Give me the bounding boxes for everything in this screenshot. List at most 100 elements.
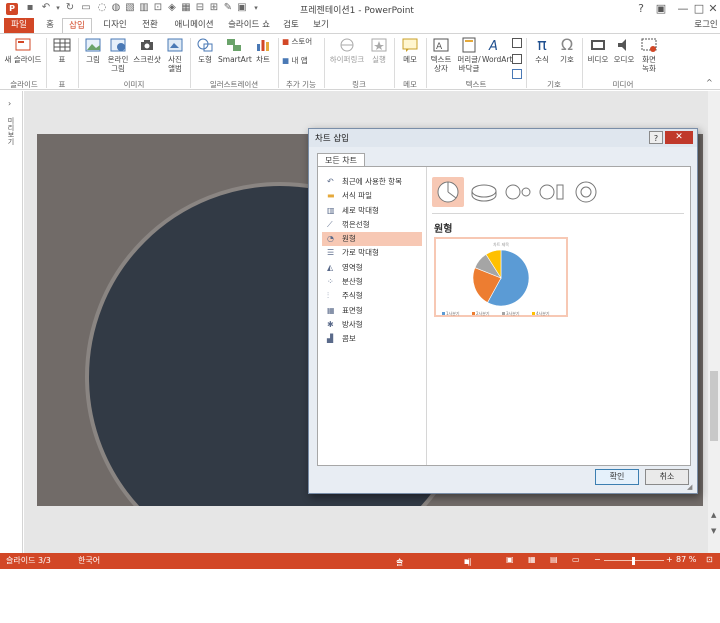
dialog-title-bar[interactable]: 차트 삽입 ? ✕ [309,129,697,147]
3d-pie-subtype-button[interactable] [468,177,500,207]
qat-icon-7[interactable]: ⊡ [152,2,164,14]
shapes-button[interactable]: 도형 [194,37,216,64]
qat-icon-13[interactable]: ▣ [236,2,248,14]
tab-insert[interactable]: 삽입 [62,18,92,33]
online-pictures-button[interactable]: 온라인 그림 [106,37,130,73]
store-button[interactable]: ■ 스토어 [282,37,320,46]
picture-button[interactable]: 그림 [82,37,104,64]
smartart-button[interactable]: SmartArt [218,37,252,64]
chart-category-item[interactable]: ▦ 표면형 [322,304,422,318]
qat-icon-10[interactable]: ⊟ [194,2,206,14]
qat-icon-8[interactable]: ◈ [166,2,178,14]
chart-category-item[interactable]: ◔ 원형 [322,232,422,247]
undo-icon[interactable]: ↶ [40,2,52,14]
tab-home[interactable]: 홈 [38,18,62,33]
normal-view-icon[interactable]: ▣ [506,555,514,564]
textbox-label-2: 상자 [434,64,448,73]
app-icon[interactable]: P [6,3,18,15]
qat-icon-5[interactable]: ▧ [124,2,136,14]
cancel-button[interactable]: 취소 [645,469,689,485]
table-button[interactable]: 표 [50,37,74,64]
chart-category-item[interactable]: ⁘ 분산형 [322,275,422,289]
date-time-icon[interactable] [512,38,522,48]
expand-pane-icon[interactable]: › [8,99,11,108]
chart-category-item[interactable]: ☰ 가로 막대형 [322,246,422,260]
chart-category-item[interactable]: ▬ 서식 파일 [322,189,422,203]
redo-icon[interactable]: ↻ [64,2,76,14]
bar-of-pie-subtype-button[interactable] [536,177,568,207]
screenshot-button[interactable]: 스크린샷 [132,37,162,64]
wordart-button[interactable]: A WordArt [482,37,512,64]
slide-number-icon[interactable] [512,54,522,64]
qat-icon-9[interactable]: ▦ [180,2,192,14]
audio-button[interactable]: 오디오 [612,37,636,64]
chart-category-item[interactable]: ▟ 콤보 [322,332,422,346]
qat-icon-6[interactable]: ▥ [138,2,150,14]
chart-category-item[interactable]: ⫶ 주식형 [322,289,422,303]
chart-button[interactable]: 차트 [252,37,274,64]
comment-button[interactable]: 메모 [398,37,422,64]
start-from-beginning-icon[interactable]: ▭ [80,2,92,14]
close-button[interactable]: ✕ [704,1,720,16]
pie-of-pie-subtype-button[interactable] [502,177,534,207]
textbox-button[interactable]: A 텍스트 상자 [428,37,454,73]
slideshow-icon[interactable]: ▭ [572,555,580,564]
slide-sorter-icon[interactable]: ▦ [528,555,536,564]
vertical-scrollbar[interactable]: ▲ ▼ [708,91,720,553]
qat-icon-12[interactable]: ✎ [222,2,234,14]
customize-qat-icon[interactable]: ◌ [96,2,108,14]
ribbon-display-icon[interactable]: ▣ [652,1,670,16]
tab-design[interactable]: 디자인 [96,18,134,33]
zoom-out-icon[interactable]: − [594,555,601,564]
header-footer-button[interactable]: 머리글/ 바닥글 [456,37,482,73]
scroll-up-arrow-icon[interactable]: ▲ [711,511,716,519]
chart-category-item[interactable]: ⟋ 꺾은선형 [322,218,422,232]
zoom-level[interactable]: 87 % [676,555,696,564]
chart-preview[interactable]: 차트 제목 1사분기 2사분기 3사분기 4사분기 [434,237,568,317]
scroll-down-arrow-icon[interactable]: ▼ [711,527,716,535]
resize-grip-icon[interactable]: ◢ [687,483,692,491]
zoom-in-icon[interactable]: + [666,555,673,564]
tab-file[interactable]: 파일 [4,18,34,33]
signin-link[interactable]: 로그인 [692,18,720,33]
dialog-close-button[interactable]: ✕ [665,131,693,144]
collapse-ribbon-icon[interactable]: ^ [706,78,713,87]
language-indicator[interactable]: 한국어 [78,555,100,566]
fit-slide-icon[interactable]: ⊡ [706,555,713,564]
qat-more-icon[interactable]: ▾ [250,2,262,14]
qat-icon-11[interactable]: ⊞ [208,2,220,14]
undo-dropdown-icon[interactable]: ▾ [52,2,64,14]
tab-all-charts[interactable]: 모든 차트 [317,153,365,167]
chart-category-item[interactable]: ◭ 영역형 [322,261,422,275]
dialog-help-button[interactable]: ? [649,131,663,144]
chart-category-item[interactable]: ✱ 방사형 [322,318,422,332]
action-button[interactable]: 실행 [368,37,390,64]
tab-slideshow[interactable]: 슬라이드 쇼 [222,18,276,33]
tab-review[interactable]: 검토 [278,18,304,33]
reading-view-icon[interactable]: ▤ [550,555,558,564]
help-button[interactable]: ? [632,1,650,16]
object-icon[interactable] [512,69,522,79]
tab-view[interactable]: 보기 [308,18,334,33]
chart-category-item[interactable]: ▥ 세로 막대형 [322,204,422,218]
screen-recording-button[interactable]: 화면 녹화 [638,37,660,73]
pie-subtype-button[interactable] [432,177,464,207]
symbol-button[interactable]: Ω 기호 [556,37,578,65]
my-apps-button[interactable]: ■ 내 앱 [282,56,320,65]
scroll-thumb[interactable] [710,371,718,441]
qat-icon-4[interactable]: ◍ [110,2,122,14]
photo-album-button[interactable]: 사진 앨범 [164,37,186,73]
zoom-slider-thumb[interactable] [632,557,635,565]
group-links: 링크 [352,80,366,89]
thumbnail-pane-collapsed[interactable]: › 미리보기 [0,91,23,553]
ok-button[interactable]: 확인 [595,469,639,485]
video-button[interactable]: 비디오 [586,37,610,64]
tab-animations[interactable]: 애니메이션 [168,18,220,33]
hyperlink-button[interactable]: 하이퍼링크 [326,37,368,64]
save-icon[interactable]: ▪ [24,2,36,14]
doughnut-subtype-button[interactable] [570,177,602,207]
equation-button[interactable]: π 수식 [530,37,554,65]
new-slide-button[interactable]: 새 슬라이드 [2,37,44,64]
tab-transitions[interactable]: 전환 [136,18,164,33]
chart-category-item[interactable]: ↶ 최근에 사용한 항목 [322,175,422,189]
